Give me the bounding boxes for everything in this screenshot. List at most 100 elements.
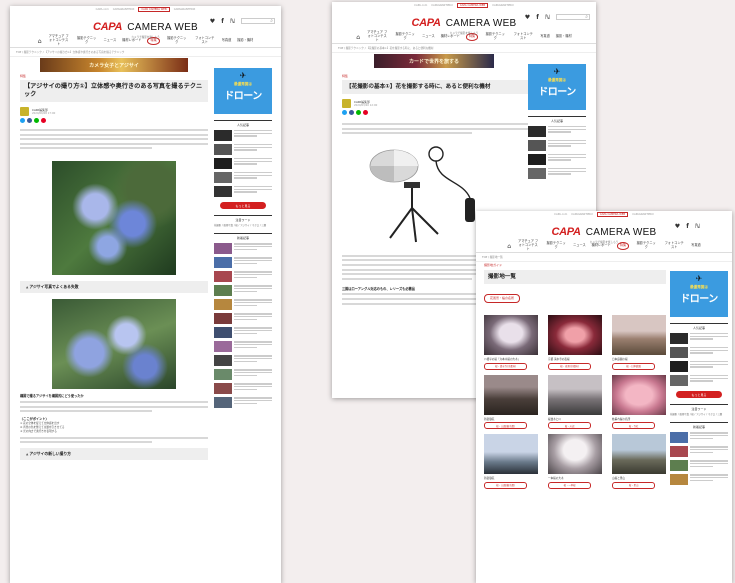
sidebar-item[interactable] xyxy=(214,285,272,297)
social-icons[interactable]: ♥ f ℕ xyxy=(675,223,702,230)
sidebar-item[interactable] xyxy=(214,144,272,155)
nav-item[interactable]: 機材レポート xyxy=(441,34,460,39)
category-label[interactable]: 撮影地ガイド xyxy=(484,263,666,267)
nav-item[interactable]: 撮影・機材 xyxy=(556,34,572,39)
sidebar-item[interactable] xyxy=(670,375,728,386)
gallery-photo[interactable] xyxy=(612,434,666,474)
sidebar-item[interactable] xyxy=(670,361,728,372)
search-input[interactable]: ⌕ xyxy=(556,14,590,20)
filter-tag[interactable]: 花風景・桜の名所 xyxy=(484,293,521,303)
drone-ad[interactable]: ✈ 最優秀賞は ドローン xyxy=(670,271,728,317)
more-button[interactable]: もっと見る xyxy=(676,391,722,398)
nav-item[interactable]: アマチュア フォトコンテスト xyxy=(517,239,539,251)
home-icon[interactable]: ⌂ xyxy=(356,34,360,41)
more-button[interactable]: もっと見る xyxy=(220,202,266,209)
gallery-card[interactable]: 山桜と里山 桜・里山 xyxy=(612,434,666,489)
sidebar-item[interactable] xyxy=(214,130,272,141)
sidebar-item[interactable] xyxy=(670,347,728,358)
sidebar-item[interactable] xyxy=(670,333,728,344)
nav-item[interactable]: アマチュア フォトコンテスト xyxy=(48,34,70,46)
gallery-caption[interactable]: 桜並木と川 xyxy=(548,417,602,421)
line-icon[interactable] xyxy=(34,118,39,123)
top-link-active[interactable]: CAPA CAMERA WEB xyxy=(138,7,170,12)
gallery-caption[interactable]: 一本桜の大木 xyxy=(548,476,602,480)
home-icon[interactable]: ⌂ xyxy=(507,243,511,250)
search-icon[interactable]: ⌕ xyxy=(585,14,588,20)
gallery-caption[interactable]: 山桜と里山 xyxy=(612,476,666,480)
gallery-caption[interactable]: 枝垂れ桜の名所 xyxy=(612,417,666,421)
gallery-tag[interactable]: 桜・公園(東京都) xyxy=(484,481,528,489)
facebook-icon[interactable] xyxy=(27,118,32,123)
gallery-photo[interactable] xyxy=(612,315,666,355)
sidebar-item[interactable] xyxy=(214,257,272,269)
site-logo[interactable]: CAPA CAMERA WEB カメラで撮影を楽しもう xyxy=(93,15,198,39)
nav-item[interactable]: フォトコンテスト xyxy=(663,241,685,250)
nav-item[interactable]: ニュース xyxy=(422,34,435,39)
gallery-photo[interactable] xyxy=(548,434,602,474)
nav-item[interactable]: 機材レポート xyxy=(122,38,141,43)
sidebar-item[interactable] xyxy=(670,432,728,444)
gallery-photo[interactable] xyxy=(612,374,666,415)
pin-icon[interactable] xyxy=(41,118,46,123)
top-link[interactable]: CAPAGRANTPRIX xyxy=(492,4,514,7)
top-link[interactable]: CAPAGRANTPRIX xyxy=(174,8,196,11)
gallery-photo[interactable] xyxy=(548,315,602,355)
nav-item[interactable]: 撮影・機材 xyxy=(237,38,253,43)
gallery-caption[interactable]: 京都 清水寺の夜桜 xyxy=(548,357,602,361)
home-icon[interactable]: ⌂ xyxy=(38,38,42,45)
twitter-icon[interactable] xyxy=(342,110,347,115)
search-icon[interactable]: ⌕ xyxy=(270,18,273,24)
sidebar-item[interactable] xyxy=(214,271,272,283)
sidebar-item[interactable] xyxy=(214,299,272,311)
nav-item[interactable]: 機材レポート xyxy=(592,243,611,248)
gallery-tag[interactable]: 桜・夜景(京都府) xyxy=(548,362,592,370)
nav-item[interactable]: ニュース xyxy=(104,38,117,43)
gallery-card[interactable]: 新宿御苑 桜・公園(東京都) xyxy=(484,434,538,489)
top-link[interactable]: CAPAGRANTPRIX xyxy=(571,213,593,216)
drone-ad[interactable]: ✈ 最優秀賞は ドローン xyxy=(214,68,272,114)
gallery-card[interactable]: 枝垂れ桜の名所 桜・寺社 xyxy=(612,374,666,429)
search-input[interactable]: ⌕ xyxy=(241,18,275,24)
gallery-tag[interactable]: 桜・一本桜 xyxy=(548,481,592,489)
sidebar-item[interactable] xyxy=(528,154,586,165)
sidebar-item[interactable] xyxy=(670,474,728,486)
breadcrumb[interactable]: TOP / 撮影テクニック / 【アジサイの撮り方①】立体感や奥行きのある写真を… xyxy=(10,48,281,57)
sidebar-item[interactable] xyxy=(670,446,728,458)
nav-item[interactable]: 写真道 xyxy=(540,34,550,39)
nav-item[interactable]: 写真道 xyxy=(691,243,701,248)
sidebar-item[interactable] xyxy=(214,369,272,381)
top-link[interactable]: CAPA.com xyxy=(554,213,567,216)
top-link[interactable]: CAPAGRANTPRIX xyxy=(113,8,135,11)
sidebar-item[interactable] xyxy=(528,140,586,151)
promo-banner[interactable]: カードで世界を旅する xyxy=(374,54,494,68)
keyword-list[interactable]: 花撮影 / 風景写真 / 桜 / アジサイ / マクロ / 三脚 xyxy=(670,413,728,416)
top-link[interactable]: CAPAGRANTPRIX xyxy=(431,4,453,7)
social-icons[interactable]: ♥ f ℕ xyxy=(210,18,237,25)
top-link[interactable]: CAPAGRANTPRIX xyxy=(632,213,654,216)
gallery-card[interactable]: 京都 清水寺の夜桜 桜・夜景(京都府) xyxy=(548,315,602,370)
sidebar-item[interactable] xyxy=(214,383,272,395)
gallery-tag[interactable]: 桜・寺社 xyxy=(612,422,656,429)
sidebar-item[interactable] xyxy=(214,327,272,339)
gallery-card[interactable]: 日本庭園の桜 桜・日本庭園 xyxy=(612,315,666,370)
twitter-icon[interactable] xyxy=(20,118,25,123)
pin-icon[interactable] xyxy=(363,110,368,115)
gallery-caption[interactable]: 八幡平の桜「六本木桜の大木」 xyxy=(484,357,538,361)
sidebar-item[interactable] xyxy=(214,397,272,409)
promo-banner[interactable]: カメラ女子とアジサイ xyxy=(40,58,188,72)
top-link[interactable]: CAPA.com xyxy=(414,4,427,7)
drone-ad[interactable]: ✈ 最優秀賞は ドローン xyxy=(528,64,586,110)
gallery-photo[interactable] xyxy=(548,374,602,415)
site-logo[interactable]: CAPA CAMERA WEB カメラで撮影を楽しもう xyxy=(411,11,516,35)
gallery-caption[interactable]: 新宿御苑 xyxy=(484,476,538,480)
keyword-list[interactable]: 花撮影 / 風景写真 / 桜 / アジサイ / マクロ / 三脚 xyxy=(214,224,272,227)
category-label[interactable]: 特集 xyxy=(20,74,208,78)
social-icons[interactable]: ♥ f ℕ xyxy=(525,14,552,21)
category-label[interactable]: 特集 xyxy=(342,74,528,78)
sidebar-item[interactable] xyxy=(214,355,272,367)
sidebar-item[interactable] xyxy=(214,243,272,255)
sidebar-item[interactable] xyxy=(214,172,272,183)
gallery-card[interactable]: 一本桜の大木 桜・一本桜 xyxy=(548,434,602,489)
gallery-card[interactable]: 新宿御苑 桜・公園(東京都) xyxy=(484,374,538,429)
gallery-tag[interactable]: 桜・公園(東京都) xyxy=(484,422,528,429)
